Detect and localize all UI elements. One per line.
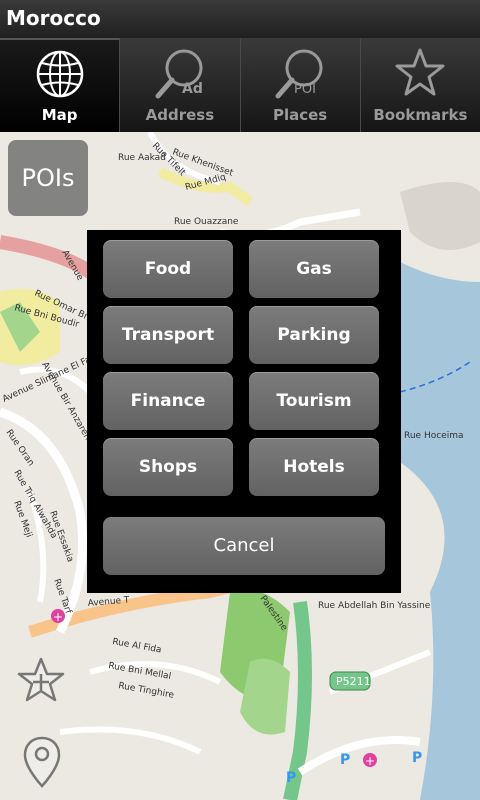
category-food-button[interactable]: Food xyxy=(103,240,233,298)
svg-text:P: P xyxy=(412,750,422,766)
magnifier-poi-text: POI xyxy=(294,82,316,97)
street-label: Rue Hoceima xyxy=(404,431,464,441)
tab-label: Map xyxy=(41,106,78,124)
app-title: Morocco xyxy=(6,6,101,30)
category-tourism-button[interactable]: Tourism xyxy=(249,372,379,430)
star-icon xyxy=(395,48,445,96)
tab-label: Bookmarks xyxy=(373,106,468,124)
svg-text:+: + xyxy=(53,610,63,624)
poi-category-dialog: Food Gas Transport Parking Finance Touri… xyxy=(87,230,401,593)
my-location-pin-icon[interactable] xyxy=(22,736,62,788)
globe-icon xyxy=(36,50,83,98)
tab-bookmarks[interactable]: Bookmarks xyxy=(361,38,480,132)
category-gas-button[interactable]: Gas xyxy=(249,240,379,298)
category-hotels-button[interactable]: Hotels xyxy=(249,438,379,496)
tab-map[interactable]: Map xyxy=(0,38,121,132)
svg-text:+: + xyxy=(365,754,375,768)
category-parking-button[interactable]: Parking xyxy=(249,306,379,364)
magnifier-ad-icon: Ad xyxy=(155,49,203,99)
tab-address[interactable]: Ad Address xyxy=(120,38,241,132)
street-label: Rue Ouazzane xyxy=(174,217,239,227)
pois-button[interactable]: POIs xyxy=(8,140,88,216)
tab-label: Address xyxy=(145,106,215,124)
tab-places[interactable]: POI Places xyxy=(241,38,361,132)
svg-text:P: P xyxy=(286,770,296,786)
road-ref-label: P5211 xyxy=(336,675,371,688)
tab-bar: Map Ad Address POI Places Bookmarks xyxy=(0,38,480,132)
cancel-button[interactable]: Cancel xyxy=(103,517,385,575)
title-bar: Morocco xyxy=(0,0,480,38)
category-shops-button[interactable]: Shops xyxy=(103,438,233,496)
category-finance-button[interactable]: Finance xyxy=(103,372,233,430)
category-transport-button[interactable]: Transport xyxy=(103,306,233,364)
svg-text:P: P xyxy=(340,752,350,768)
tab-label: Places xyxy=(272,106,328,124)
street-label: Rue Abdellah Bin Yassine xyxy=(318,601,431,611)
magnifier-poi-icon: POI xyxy=(275,49,323,99)
add-bookmark-icon[interactable] xyxy=(16,656,66,706)
magnifier-ad-text: Ad xyxy=(182,81,203,97)
